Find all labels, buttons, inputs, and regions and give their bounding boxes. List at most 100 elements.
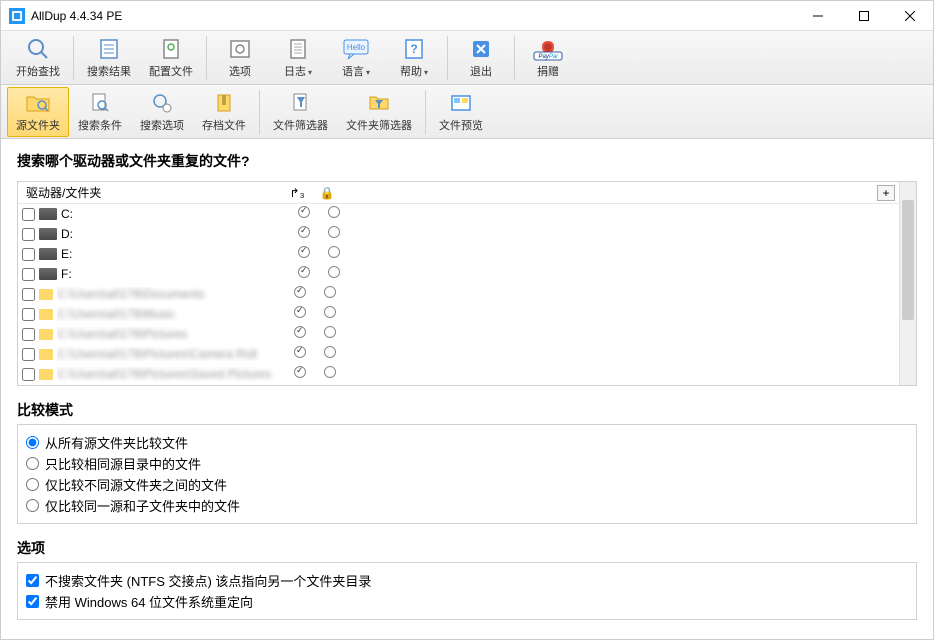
row-radio-2[interactable] xyxy=(328,266,340,278)
folder-row[interactable]: C:\Users\a0178\Pictures\Camera Roll xyxy=(18,344,899,364)
gear-icon xyxy=(228,37,252,61)
row-checkbox[interactable] xyxy=(22,308,35,321)
row-name: C:\Users\a0178\Pictures\Saved Pictures xyxy=(57,367,285,381)
row-radio-1[interactable] xyxy=(298,206,310,218)
row-name: F: xyxy=(61,267,289,281)
radio-input[interactable] xyxy=(26,499,39,512)
row-checkbox[interactable] xyxy=(22,348,35,361)
options-button[interactable]: 选项 xyxy=(211,33,269,83)
row-radio-2[interactable] xyxy=(328,206,340,218)
tab-search-options[interactable]: 搜索选项 xyxy=(131,87,193,137)
hello-icon: Hello xyxy=(342,37,370,61)
chevron-down-icon: ▾ xyxy=(424,68,428,77)
folder-row[interactable]: C:\Users\a0178\Pictures\Saved Pictures xyxy=(18,364,899,384)
row-radio-1[interactable] xyxy=(294,306,306,318)
chevron-down-icon: ▾ xyxy=(308,68,312,77)
tab-folder-filter[interactable]: 文件夹筛选器 xyxy=(337,87,421,137)
help-button[interactable]: ? 帮助▾ xyxy=(385,33,443,83)
row-name: E: xyxy=(61,247,289,261)
row-radio-1[interactable] xyxy=(294,366,306,378)
row-checkbox[interactable] xyxy=(22,288,35,301)
row-radio-2[interactable] xyxy=(324,346,336,358)
folder-row[interactable]: D: xyxy=(18,224,899,244)
minimize-button[interactable] xyxy=(795,1,841,31)
close-button[interactable] xyxy=(887,1,933,31)
radio-input[interactable] xyxy=(26,436,39,449)
row-checkbox[interactable] xyxy=(22,248,35,261)
column-header-tree-icon[interactable]: ↱₃ xyxy=(282,186,312,200)
folder-row[interactable]: C:\Users\a0178\Pictures xyxy=(18,324,899,344)
donate-button[interactable]: PayPal 捐赠 xyxy=(519,33,577,83)
option-checkbox-row[interactable]: 不搜索文件夹 (NTFS 交接点) 该点指向另一个文件夹目录 xyxy=(26,571,908,590)
row-checkbox[interactable] xyxy=(22,328,35,341)
radio-input[interactable] xyxy=(26,478,39,491)
row-name: C:\Users\a0178\Music xyxy=(57,307,285,321)
checkbox-input[interactable] xyxy=(26,574,39,587)
folder-search-icon xyxy=(24,91,52,115)
checkbox-input[interactable] xyxy=(26,595,39,608)
tab-archive-files[interactable]: 存档文件 xyxy=(193,87,255,137)
start-search-button[interactable]: 开始查找 xyxy=(7,33,69,83)
folder-row[interactable]: C:\Users\a0178\Music xyxy=(18,304,899,324)
row-name: C:\Users\a0178\Documents xyxy=(57,287,285,301)
row-checkbox[interactable] xyxy=(22,208,35,221)
row-checkbox[interactable] xyxy=(22,268,35,281)
scrollbar-thumb[interactable] xyxy=(902,200,914,320)
row-radio-1[interactable] xyxy=(294,286,306,298)
radio-input[interactable] xyxy=(26,457,39,470)
row-name: C: xyxy=(61,207,289,221)
row-name: D: xyxy=(61,227,289,241)
log-button[interactable]: 日志▾ xyxy=(269,33,327,83)
search-gear-icon xyxy=(150,91,174,115)
folder-row[interactable]: E: xyxy=(18,244,899,264)
search-results-button[interactable]: 搜索结果 xyxy=(78,33,140,83)
row-name: C:\Users\a0178\Pictures\Camera Roll xyxy=(57,347,285,361)
row-radio-2[interactable] xyxy=(324,286,336,298)
row-checkbox[interactable] xyxy=(22,228,35,241)
folder-icon xyxy=(39,289,53,300)
row-radio-1[interactable] xyxy=(294,326,306,338)
separator xyxy=(447,36,448,80)
option-checkbox-row[interactable]: 禁用 Windows 64 位文件系统重定向 xyxy=(26,592,908,611)
compare-mode-title: 比较模式 xyxy=(17,400,917,420)
row-radio-1[interactable] xyxy=(298,266,310,278)
row-radio-2[interactable] xyxy=(328,246,340,258)
exit-button[interactable]: 退出 xyxy=(452,33,510,83)
tab-search-criteria[interactable]: 搜索条件 xyxy=(69,87,131,137)
compare-mode-option[interactable]: 从所有源文件夹比较文件 xyxy=(26,433,908,452)
tab-source-folders[interactable]: 源文件夹 xyxy=(7,87,69,137)
page-heading: 搜索哪个驱动器或文件夹重复的文件? xyxy=(17,151,917,171)
folder-table-header: 驱动器/文件夹 ↱₃ 🔒 + xyxy=(18,182,899,204)
radio-label: 仅比较不同源文件夹之间的文件 xyxy=(45,475,227,494)
compare-mode-option[interactable]: 只比较相同源目录中的文件 xyxy=(26,454,908,473)
row-radio-2[interactable] xyxy=(328,226,340,238)
row-radio-1[interactable] xyxy=(298,226,310,238)
tab-file-filter[interactable]: 文件筛选器 xyxy=(264,87,337,137)
folder-icon xyxy=(39,309,53,320)
folder-row[interactable]: F: xyxy=(18,264,899,284)
compare-mode-box: 从所有源文件夹比较文件只比较相同源目录中的文件仅比较不同源文件夹之间的文件仅比较… xyxy=(17,424,917,524)
folder-row[interactable]: C: xyxy=(18,204,899,224)
compare-mode-option[interactable]: 仅比较不同源文件夹之间的文件 xyxy=(26,475,908,494)
app-icon xyxy=(9,8,25,24)
language-button[interactable]: Hello 语言▾ xyxy=(327,33,385,83)
folder-list: C: D: E: F: C:\Users\a0178\Documents C:\Users… xyxy=(18,204,899,384)
folder-icon xyxy=(39,349,53,360)
column-header-name[interactable]: 驱动器/文件夹 xyxy=(22,184,282,201)
folder-row[interactable]: C:\Users\a0178\Documents xyxy=(18,284,899,304)
compare-mode-option[interactable]: 仅比较同一源和子文件夹中的文件 xyxy=(26,496,908,515)
row-radio-2[interactable] xyxy=(324,326,336,338)
row-checkbox[interactable] xyxy=(22,368,35,381)
row-radio-1[interactable] xyxy=(298,246,310,258)
row-radio-1[interactable] xyxy=(294,346,306,358)
maximize-button[interactable] xyxy=(841,1,887,31)
row-radio-2[interactable] xyxy=(324,306,336,318)
add-folder-button[interactable]: + xyxy=(877,185,895,201)
row-radio-2[interactable] xyxy=(324,366,336,378)
tab-file-preview[interactable]: 文件预览 xyxy=(430,87,492,137)
folder-icon xyxy=(39,329,53,340)
profiles-button[interactable]: 配置文件 xyxy=(140,33,202,83)
vertical-scrollbar[interactable] xyxy=(899,182,916,385)
column-header-lock-icon[interactable]: 🔒 xyxy=(312,186,342,200)
sub-toolbar: 源文件夹 搜索条件 搜索选项 存档文件 文件筛选器 文件夹筛选器 文件预览 xyxy=(1,85,933,139)
